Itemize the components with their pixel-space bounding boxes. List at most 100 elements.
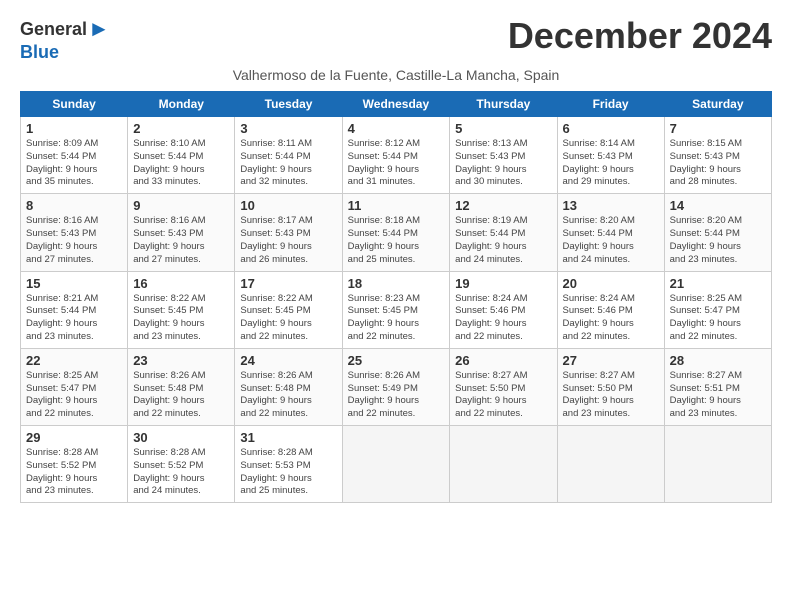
day-number: 11 [348, 198, 445, 213]
day-info: Sunrise: 8:21 AM Sunset: 5:44 PM Dayligh… [26, 293, 122, 344]
day-number: 6 [563, 121, 659, 136]
calendar-cell: 6 Sunrise: 8:14 AM Sunset: 5:43 PM Daylig… [557, 117, 664, 194]
day-info: Sunrise: 8:16 AM Sunset: 5:43 PM Dayligh… [26, 215, 122, 266]
day-info: Sunrise: 8:20 AM Sunset: 5:44 PM Dayligh… [670, 215, 766, 266]
day-number: 26 [455, 353, 551, 368]
day-number: 10 [240, 198, 336, 213]
calendar-cell: 17 Sunrise: 8:22 AM Sunset: 5:45 PM Dayli… [235, 271, 342, 348]
calendar-week-row: 29 Sunrise: 8:28 AM Sunset: 5:52 PM Dayli… [21, 426, 772, 503]
day-number: 4 [348, 121, 445, 136]
day-number: 5 [455, 121, 551, 136]
calendar-cell: 19 Sunrise: 8:24 AM Sunset: 5:46 PM Dayli… [450, 271, 557, 348]
day-number: 7 [670, 121, 766, 136]
calendar-cell: 22Sunrise: 8:25 AM Sunset: 5:47 PM Dayli… [21, 348, 128, 425]
day-info: Sunrise: 8:20 AM Sunset: 5:44 PM Dayligh… [563, 215, 659, 266]
calendar-cell: 15 Sunrise: 8:21 AM Sunset: 5:44 PM Dayli… [21, 271, 128, 348]
day-number: 25 [348, 353, 445, 368]
calendar-cell: 24 Sunrise: 8:26 AM Sunset: 5:48 PM Dayli… [235, 348, 342, 425]
calendar-cell: 30 Sunrise: 8:28 AM Sunset: 5:52 PM Dayli… [128, 426, 235, 503]
empty-cell [557, 426, 664, 503]
day-number: 1 [26, 121, 122, 136]
empty-cell [450, 426, 557, 503]
calendar-table: Sunday Monday Tuesday Wednesday Thursday… [20, 91, 772, 503]
calendar-cell: 18Sunrise: 8:23 AM Sunset: 5:45 PM Dayli… [342, 271, 450, 348]
calendar-cell: 27 Sunrise: 8:27 AM Sunset: 5:50 PM Dayli… [557, 348, 664, 425]
day-number: 23 [133, 353, 229, 368]
calendar-cell: 16Sunrise: 8:22 AM Sunset: 5:45 PM Dayli… [128, 271, 235, 348]
day-info: Sunrise: 8:27 AM Sunset: 5:51 PM Dayligh… [670, 370, 766, 421]
month-title: December 2024 [508, 16, 772, 56]
day-info: Sunrise: 8:13 AM Sunset: 5:43 PM Dayligh… [455, 138, 551, 189]
col-saturday: Saturday [664, 92, 771, 117]
day-number: 2 [133, 121, 229, 136]
day-info: Sunrise: 8:28 AM Sunset: 5:53 PM Dayligh… [240, 447, 336, 498]
day-number: 18 [348, 276, 445, 291]
calendar-cell: 11 Sunrise: 8:18 AM Sunset: 5:44 PM Dayli… [342, 194, 450, 271]
calendar-cell: 10Sunrise: 8:17 AM Sunset: 5:43 PM Dayli… [235, 194, 342, 271]
day-info: Sunrise: 8:24 AM Sunset: 5:46 PM Dayligh… [563, 293, 659, 344]
day-info: Sunrise: 8:26 AM Sunset: 5:48 PM Dayligh… [240, 370, 336, 421]
day-info: Sunrise: 8:28 AM Sunset: 5:52 PM Dayligh… [133, 447, 229, 498]
day-info: Sunrise: 8:19 AM Sunset: 5:44 PM Dayligh… [455, 215, 551, 266]
col-wednesday: Wednesday [342, 92, 450, 117]
day-info: Sunrise: 8:14 AM Sunset: 5:43 PM Dayligh… [563, 138, 659, 189]
day-info: Sunrise: 8:27 AM Sunset: 5:50 PM Dayligh… [563, 370, 659, 421]
calendar-cell: 28 Sunrise: 8:27 AM Sunset: 5:51 PM Dayli… [664, 348, 771, 425]
calendar-cell: 2 Sunrise: 8:10 AM Sunset: 5:44 PM Daylig… [128, 117, 235, 194]
day-number: 31 [240, 430, 336, 445]
calendar-cell: 31 Sunrise: 8:28 AM Sunset: 5:53 PM Dayli… [235, 426, 342, 503]
empty-cell [664, 426, 771, 503]
day-number: 19 [455, 276, 551, 291]
day-number: 13 [563, 198, 659, 213]
calendar-cell: 1 Sunrise: 8:09 AM Sunset: 5:44 PM Daylig… [21, 117, 128, 194]
empty-cell [342, 426, 450, 503]
calendar-cell: 21Sunrise: 8:25 AM Sunset: 5:47 PM Dayli… [664, 271, 771, 348]
logo-arrow-icon: ► [88, 16, 110, 42]
calendar-week-row: 8Sunrise: 8:16 AM Sunset: 5:43 PM Daylig… [21, 194, 772, 271]
day-number: 29 [26, 430, 122, 445]
day-number: 27 [563, 353, 659, 368]
day-info: Sunrise: 8:16 AM Sunset: 5:43 PM Dayligh… [133, 215, 229, 266]
logo-blue: Blue [20, 42, 59, 63]
day-info: Sunrise: 8:24 AM Sunset: 5:46 PM Dayligh… [455, 293, 551, 344]
calendar-cell: 9 Sunrise: 8:16 AM Sunset: 5:43 PM Daylig… [128, 194, 235, 271]
day-number: 28 [670, 353, 766, 368]
day-number: 9 [133, 198, 229, 213]
day-info: Sunrise: 8:18 AM Sunset: 5:44 PM Dayligh… [348, 215, 445, 266]
col-sunday: Sunday [21, 92, 128, 117]
calendar-cell: 12 Sunrise: 8:19 AM Sunset: 5:44 PM Dayli… [450, 194, 557, 271]
day-number: 16 [133, 276, 229, 291]
calendar-cell: 8Sunrise: 8:16 AM Sunset: 5:43 PM Daylig… [21, 194, 128, 271]
day-info: Sunrise: 8:10 AM Sunset: 5:44 PM Dayligh… [133, 138, 229, 189]
page: General ► Blue December 2024 Valhermoso … [0, 0, 792, 513]
day-number: 3 [240, 121, 336, 136]
col-thursday: Thursday [450, 92, 557, 117]
day-number: 12 [455, 198, 551, 213]
calendar-cell: 29Sunrise: 8:28 AM Sunset: 5:52 PM Dayli… [21, 426, 128, 503]
col-tuesday: Tuesday [235, 92, 342, 117]
calendar-cell: 3 Sunrise: 8:11 AM Sunset: 5:44 PM Daylig… [235, 117, 342, 194]
col-friday: Friday [557, 92, 664, 117]
calendar-cell: 25 Sunrise: 8:26 AM Sunset: 5:49 PM Dayli… [342, 348, 450, 425]
day-number: 17 [240, 276, 336, 291]
calendar-cell: 4 Sunrise: 8:12 AM Sunset: 5:44 PM Daylig… [342, 117, 450, 194]
title-block: December 2024 [508, 16, 772, 56]
day-number: 20 [563, 276, 659, 291]
day-info: Sunrise: 8:09 AM Sunset: 5:44 PM Dayligh… [26, 138, 122, 189]
day-number: 14 [670, 198, 766, 213]
calendar-header-row: Sunday Monday Tuesday Wednesday Thursday… [21, 92, 772, 117]
day-number: 15 [26, 276, 122, 291]
day-info: Sunrise: 8:22 AM Sunset: 5:45 PM Dayligh… [240, 293, 336, 344]
day-info: Sunrise: 8:26 AM Sunset: 5:48 PM Dayligh… [133, 370, 229, 421]
day-number: 22 [26, 353, 122, 368]
day-number: 30 [133, 430, 229, 445]
day-info: Sunrise: 8:27 AM Sunset: 5:50 PM Dayligh… [455, 370, 551, 421]
calendar-week-row: 1 Sunrise: 8:09 AM Sunset: 5:44 PM Daylig… [21, 117, 772, 194]
day-info: Sunrise: 8:11 AM Sunset: 5:44 PM Dayligh… [240, 138, 336, 189]
day-info: Sunrise: 8:15 AM Sunset: 5:43 PM Dayligh… [670, 138, 766, 189]
day-info: Sunrise: 8:12 AM Sunset: 5:44 PM Dayligh… [348, 138, 445, 189]
calendar-cell: 14 Sunrise: 8:20 AM Sunset: 5:44 PM Dayli… [664, 194, 771, 271]
logo-general: General [20, 19, 87, 40]
day-number: 24 [240, 353, 336, 368]
day-info: Sunrise: 8:26 AM Sunset: 5:49 PM Dayligh… [348, 370, 445, 421]
